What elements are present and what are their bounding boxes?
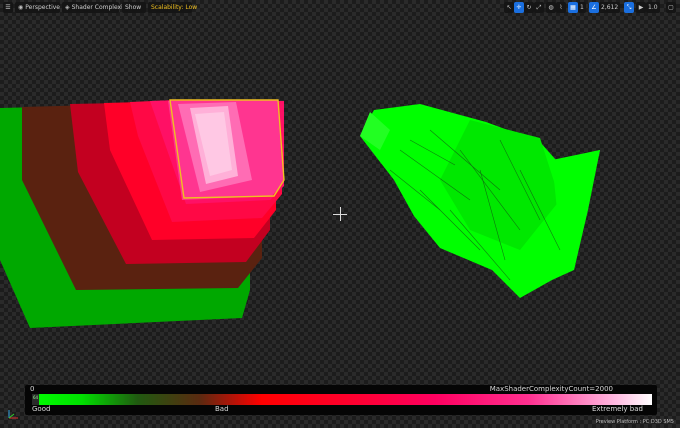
maximize-icon[interactable]: ▢ — [666, 2, 676, 13]
perspective-label: Perspective — [25, 4, 60, 11]
view-mode-icon: ◈ — [65, 4, 70, 11]
legend-badge-text: 64 — [33, 395, 39, 400]
complexity-gradient-bar — [32, 394, 652, 405]
view-mode-button[interactable]: ◈ Shader Complexity — [62, 2, 129, 13]
legend-bad-label: Bad — [215, 405, 229, 413]
scalability-label: Scalability: Low — [151, 4, 198, 11]
level-viewport[interactable]: ☰ ◉ Perspective ◈ Shader Complexity Show S… — [0, 0, 680, 428]
preview-platform-text: Preview Platform : PC D3D SM5 — [595, 419, 674, 425]
camera-speed-value[interactable]: 1.0 — [646, 2, 660, 13]
show-label: Show — [125, 4, 142, 11]
scale-snap-icon[interactable]: ⤡ — [624, 2, 634, 13]
grid-snap-value[interactable]: 1 — [578, 2, 586, 13]
legend-good-label: Good — [32, 405, 51, 413]
view-mode-label: Shader Complexity — [71, 4, 129, 11]
axis-gizmo-icon — [8, 410, 18, 419]
camera-speed-icon[interactable]: ▶ — [636, 2, 646, 13]
show-button[interactable]: Show — [122, 2, 146, 13]
shader-complexity-legend: 0 MaxShaderComplexityCount=2000 64 Good … — [25, 385, 657, 415]
hamburger-icon: ☰ — [5, 4, 11, 11]
world-local-icon[interactable]: ◍ — [546, 2, 556, 13]
rotation-snap-icon[interactable]: ∠ — [589, 2, 599, 13]
camera-icon: ◉ — [18, 4, 24, 11]
legend-min-value: 0 — [30, 385, 35, 393]
surface-snap-icon[interactable]: ⌇ — [556, 2, 566, 13]
perspective-button[interactable]: ◉ Perspective — [15, 2, 60, 13]
rotate-icon[interactable]: ↻ — [524, 2, 534, 13]
grid-snap-icon[interactable]: ▦ — [568, 2, 578, 13]
legend-badge: 64 — [32, 394, 39, 405]
legend-max-label: MaxShaderComplexityCount=2000 — [489, 385, 613, 393]
legend-extremely-bad-label: Extremely bad — [592, 405, 643, 413]
viewport-options-button[interactable]: ☰ — [3, 2, 13, 13]
scalability-button[interactable]: Scalability: Low — [148, 2, 197, 13]
select-mode-icon[interactable]: ↖ — [504, 2, 514, 13]
translate-icon[interactable]: ✛ — [514, 2, 524, 13]
rotation-snap-value[interactable]: 2,612 — [599, 2, 621, 13]
crosshair-vertical — [340, 207, 341, 221]
scale-icon[interactable]: ⤢ — [534, 2, 544, 13]
